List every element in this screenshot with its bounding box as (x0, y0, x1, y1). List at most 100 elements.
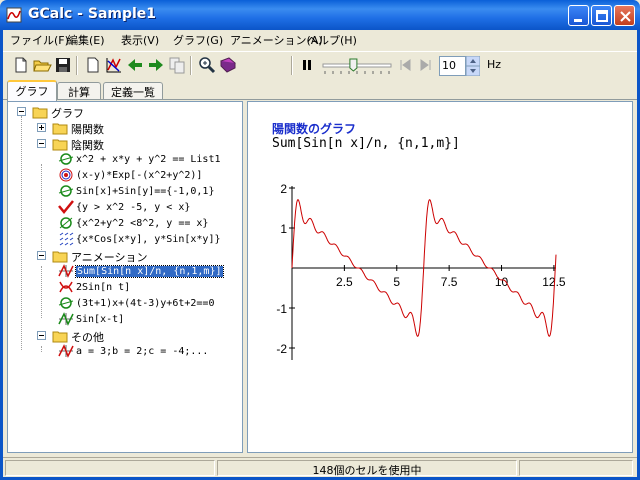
pause-icon[interactable] (297, 55, 317, 75)
graph-icon (58, 297, 74, 309)
tab-graph[interactable]: グラフ (7, 80, 57, 101)
tree-item-label: Sin[x]+Sin[y]=={-1,0,1} (76, 186, 215, 197)
menu-file[interactable]: ファイル(F) (10, 32, 69, 48)
folder-icon (52, 123, 68, 135)
tree-node-other[interactable]: その他 (36, 328, 216, 344)
maximize-button[interactable] (591, 5, 612, 26)
vector-field-icon (59, 232, 74, 246)
close-icon (620, 11, 631, 22)
minimize-icon (574, 19, 582, 22)
tree-line (21, 116, 22, 350)
back-arrow-icon[interactable] (125, 55, 145, 75)
tree-line (41, 164, 42, 250)
title-bar[interactable]: GCalc - Sample1 (0, 0, 640, 30)
expand-toggle[interactable] (37, 123, 46, 132)
save-icon[interactable] (53, 55, 73, 75)
graph-icon (59, 217, 73, 229)
minimize-button[interactable] (568, 5, 589, 26)
plot-icon[interactable] (104, 55, 124, 75)
tree-item[interactable]: {y > x^2 -5, y < x} (58, 200, 243, 216)
toolbar-separator (76, 56, 78, 75)
graph-icon (58, 153, 74, 165)
tree-item-label: (x-y)*Exp[-(x^2+y^2)] (76, 170, 203, 181)
expression-tree[interactable]: グラフ 陽関数 陰関数 x^2 + x*y + y^2 == List1 (x-… (7, 101, 243, 453)
menu-graph[interactable]: グラフ(G) (173, 32, 223, 48)
tree-item-label: Sum[Sin[n x]/n, {n,1,m}] (75, 265, 224, 278)
collapse-toggle[interactable] (37, 139, 46, 148)
tree-item[interactable]: (3t+1)x+(4t-3)y+6t+2==0 (58, 296, 243, 312)
app-icon[interactable] (6, 7, 22, 23)
tab-strip: グラフ 計算 定義一覧 (3, 80, 637, 101)
tree-item-selected[interactable]: Sum[Sin[n x]/n, {n,1,m}] (58, 264, 243, 280)
tree-node-explicit[interactable]: 陽関数 (36, 120, 216, 136)
folder-icon (32, 107, 48, 119)
tree-item[interactable]: 2Sin[n t] (58, 280, 243, 296)
tree-item[interactable]: {x^2+y^2 <8^2, y == x} (58, 216, 243, 232)
tree-item[interactable]: Sin[x-t] (58, 312, 243, 328)
tree-node-label: その他 (71, 331, 104, 344)
close-button[interactable] (614, 5, 635, 26)
slider-ticks (324, 71, 390, 74)
frame-rate-spinner[interactable] (466, 56, 480, 76)
frame-rate-unit: Hz (487, 58, 502, 71)
zoom-icon[interactable] (197, 55, 217, 75)
menu-help[interactable]: ヘルプ(H) (307, 32, 357, 48)
graph-icon (58, 185, 74, 197)
step-forward-icon[interactable] (416, 55, 436, 75)
new-file-icon[interactable] (11, 55, 31, 75)
rewind-icon[interactable] (395, 55, 415, 75)
tree-node-root[interactable]: グラフ (16, 104, 216, 120)
tree-item[interactable]: a = 3;b = 2;c = -4;... (58, 344, 243, 360)
function-graph-icon (58, 344, 74, 358)
tree-item-label: {x^2+y^2 <8^2, y == x} (76, 218, 209, 229)
tree-item[interactable]: x^2 + x*y + y^2 == List1 (58, 152, 243, 168)
tab-calc[interactable]: 計算 (57, 82, 101, 100)
tree-node-label: 陽関数 (71, 123, 104, 136)
tree-node-implicit[interactable]: 陰関数 (36, 136, 216, 152)
menu-view[interactable]: 表示(V) (121, 32, 159, 48)
tree-item-label: 2Sin[n t] (76, 282, 131, 293)
tree-node-label: グラフ (51, 107, 84, 120)
new-graph-icon[interactable] (83, 55, 103, 75)
x-tick-label: 2.5 (336, 275, 353, 289)
tree-item[interactable]: {x*Cos[x*y], y*Sin[x*y]} (58, 232, 243, 248)
tree-node-label: 陰関数 (71, 139, 104, 152)
toolbar-separator (190, 56, 192, 75)
tree-line (41, 346, 42, 352)
menu-edit[interactable]: 編集(E) (67, 32, 105, 48)
open-folder-icon[interactable] (32, 55, 52, 75)
tree-item-label: {y > x^2 -5, y < x} (76, 202, 191, 213)
y-tick-label: 2 (280, 182, 287, 196)
graph-view[interactable]: 陽関数のグラフ Sum[Sin[n x]/n, {n,1,m}] 2.5 5 7.5… (247, 101, 633, 453)
tab-underline (3, 99, 637, 100)
tree-item-label: x^2 + x*y + y^2 == List1 (76, 154, 221, 165)
parametric-icon (59, 281, 73, 293)
tree-item[interactable]: Sin[x]+Sin[y]=={-1,0,1} (58, 184, 243, 200)
y-tick-label: -2 (276, 342, 287, 356)
animation-slider[interactable] (321, 57, 393, 75)
status-panel-right (519, 460, 633, 476)
tab-definitions[interactable]: 定義一覧 (103, 82, 163, 100)
tree-item[interactable]: (x-y)*Exp[-(x^2+y^2)] (58, 168, 243, 184)
y-tick-label: -1 (276, 302, 287, 316)
maximize-icon (596, 10, 608, 22)
tree-node-animation[interactable]: アニメーション (36, 248, 216, 264)
tree-item-label: Sin[x-t] (76, 314, 125, 325)
collapse-toggle[interactable] (37, 251, 46, 260)
frame-rate-input[interactable]: 10 (439, 56, 466, 76)
folder-icon (52, 331, 68, 343)
region-icon (58, 200, 74, 214)
plot-area[interactable]: 2.5 5 7.5 10 12.521-1-2 (248, 102, 632, 452)
y-tick-label: 1 (280, 222, 287, 236)
forward-arrow-icon[interactable] (146, 55, 166, 75)
folder-icon (52, 251, 68, 263)
collapse-toggle[interactable] (17, 107, 26, 116)
slider-thumb[interactable] (349, 58, 358, 72)
x-tick-label: 7.5 (441, 275, 458, 289)
function-graph-icon (58, 264, 74, 278)
copy-icon[interactable] (167, 55, 187, 75)
toolbar: 10 Hz (3, 51, 637, 78)
contour-icon (59, 168, 73, 182)
book-icon[interactable] (218, 55, 238, 75)
collapse-toggle[interactable] (37, 331, 46, 340)
